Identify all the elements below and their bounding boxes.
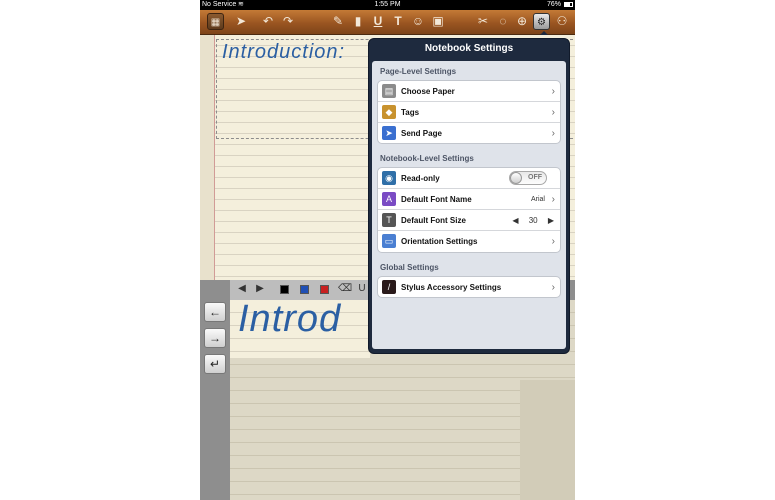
row-label: Tags [401,108,420,117]
settings-icon[interactable]: ⚙ [533,13,550,30]
zoom-side-buttons: ← → ↵ [202,302,228,492]
image-icon[interactable]: ▣ [430,13,446,30]
battery-percent: 76% [546,1,561,8]
section-label-page: Page-Level Settings [380,67,457,76]
page-settings-group: ▤ Choose Paper › ◆ Tags › ➤ Send Page › [377,80,561,144]
increase-arrow-icon[interactable]: ▶ [548,210,554,231]
font-size-value: 30 [528,216,538,225]
grid-icon[interactable]: ▦ [207,13,224,30]
zoomed-handwriting: Introd [238,298,342,340]
page-edge [200,35,215,280]
zoom-scroll-margin [520,380,575,500]
ipad-screen: No Service ≋ 1:55 PM 76% ▦ ➤ ↶ ↷ ✎ ▮ U T… [200,0,575,500]
move-left-button[interactable]: ← [204,302,226,322]
stylus-icon: / [382,280,396,294]
clock-label: 1:55 PM [374,1,401,8]
eye-icon: ◉ [382,171,396,185]
row-default-font-name[interactable]: A Default Font Name Arial › [378,189,560,210]
pen-icon[interactable]: ✎ [330,13,346,30]
notebook-settings-popover: Notebook Settings Page-Level Settings ▤ … [368,38,570,354]
toggle-knob[interactable] [510,172,522,184]
orientation-icon: ▭ [382,234,396,248]
redo-icon[interactable]: ↷ [280,13,296,30]
zoom-icon[interactable]: ⊕ [514,13,530,30]
pointer-icon[interactable]: ➤ [233,13,249,30]
chevron-right-icon: › [551,128,555,139]
undo-icon[interactable]: ↶ [260,13,276,30]
font-size-icon: T [382,213,396,227]
global-settings-group: / Stylus Accessory Settings › [377,276,561,298]
section-label-global: Global Settings [380,263,439,272]
move-right-button[interactable]: → [204,328,226,348]
scissors-icon[interactable]: ✂ [475,13,491,30]
blue-swatch[interactable] [300,285,309,294]
chevron-right-icon: › [551,282,555,293]
row-label: Orientation Settings [401,237,478,246]
eraser-icon[interactable]: ⌫ [338,283,352,295]
chevron-right-icon: › [551,236,555,247]
text-underline-icon[interactable]: U [370,13,386,30]
zoom-redo-icon[interactable]: ▶ [254,283,266,295]
new-line-button[interactable]: ↵ [204,354,226,374]
row-label: Read-only [401,174,440,183]
row-default-font-size: T Default Font Size ◀ 30 ▶ [378,210,560,231]
smiley-icon[interactable]: ☺ [410,13,426,30]
row-label: Send Page [401,129,442,138]
red-swatch[interactable] [320,285,329,294]
font-size-stepper: ◀ 30 ▶ [504,210,554,231]
font-name-value: Arial [530,196,545,203]
zoom-undo-icon[interactable]: ◀ [236,283,248,295]
row-label: Choose Paper [401,87,455,96]
status-bar: No Service ≋ 1:55 PM 76% [200,0,575,10]
highlighter-icon[interactable]: ▮ [350,13,366,30]
battery-icon [564,2,573,7]
page-margin-line [214,35,215,280]
chevron-right-icon: › [551,86,555,97]
chevron-right-icon: › [551,194,555,205]
section-label-notebook: Notebook-Level Settings [380,154,474,163]
notebook-settings-group: ◉ Read-only OFF A Default Font Name Aria… [377,167,561,253]
main-toolbar: ▦ ➤ ↶ ↷ ✎ ▮ U T ☺ ▣ ✂ ◌ ⊕ ⚙ ⚇ [200,10,575,35]
row-stylus-accessory-settings[interactable]: / Stylus Accessory Settings › [378,277,560,298]
row-send-page[interactable]: ➤ Send Page › [378,123,560,144]
font-icon: A [382,192,396,206]
toggle-label: OFF [528,174,542,181]
black-swatch[interactable] [280,285,289,294]
underline-icon[interactable]: U [356,283,368,295]
popover-title: Notebook Settings [424,43,514,54]
decrease-arrow-icon[interactable]: ◀ [512,210,518,231]
tag-icon: ◆ [382,105,396,119]
row-label: Default Font Name [401,195,472,204]
popover-content: Page-Level Settings ▤ Choose Paper › ◆ T… [372,61,566,349]
row-orientation-settings[interactable]: ▭ Orientation Settings › [378,231,560,252]
row-label: Stylus Accessory Settings [401,283,502,292]
send-icon: ➤ [382,126,396,140]
paper-icon: ▤ [382,84,396,98]
lasso-icon[interactable]: ◌ [495,13,511,30]
handwriting-text: Introduction: [222,41,346,63]
chevron-right-icon: › [551,107,555,118]
share-icon[interactable]: ⚇ [554,13,570,30]
row-label: Default Font Size [401,216,466,225]
row-tags[interactable]: ◆ Tags › [378,102,560,123]
text-tool-icon[interactable]: T [390,13,406,30]
row-choose-paper[interactable]: ▤ Choose Paper › [378,81,560,102]
read-only-toggle[interactable]: OFF [509,171,547,185]
row-read-only: ◉ Read-only OFF [378,168,560,189]
